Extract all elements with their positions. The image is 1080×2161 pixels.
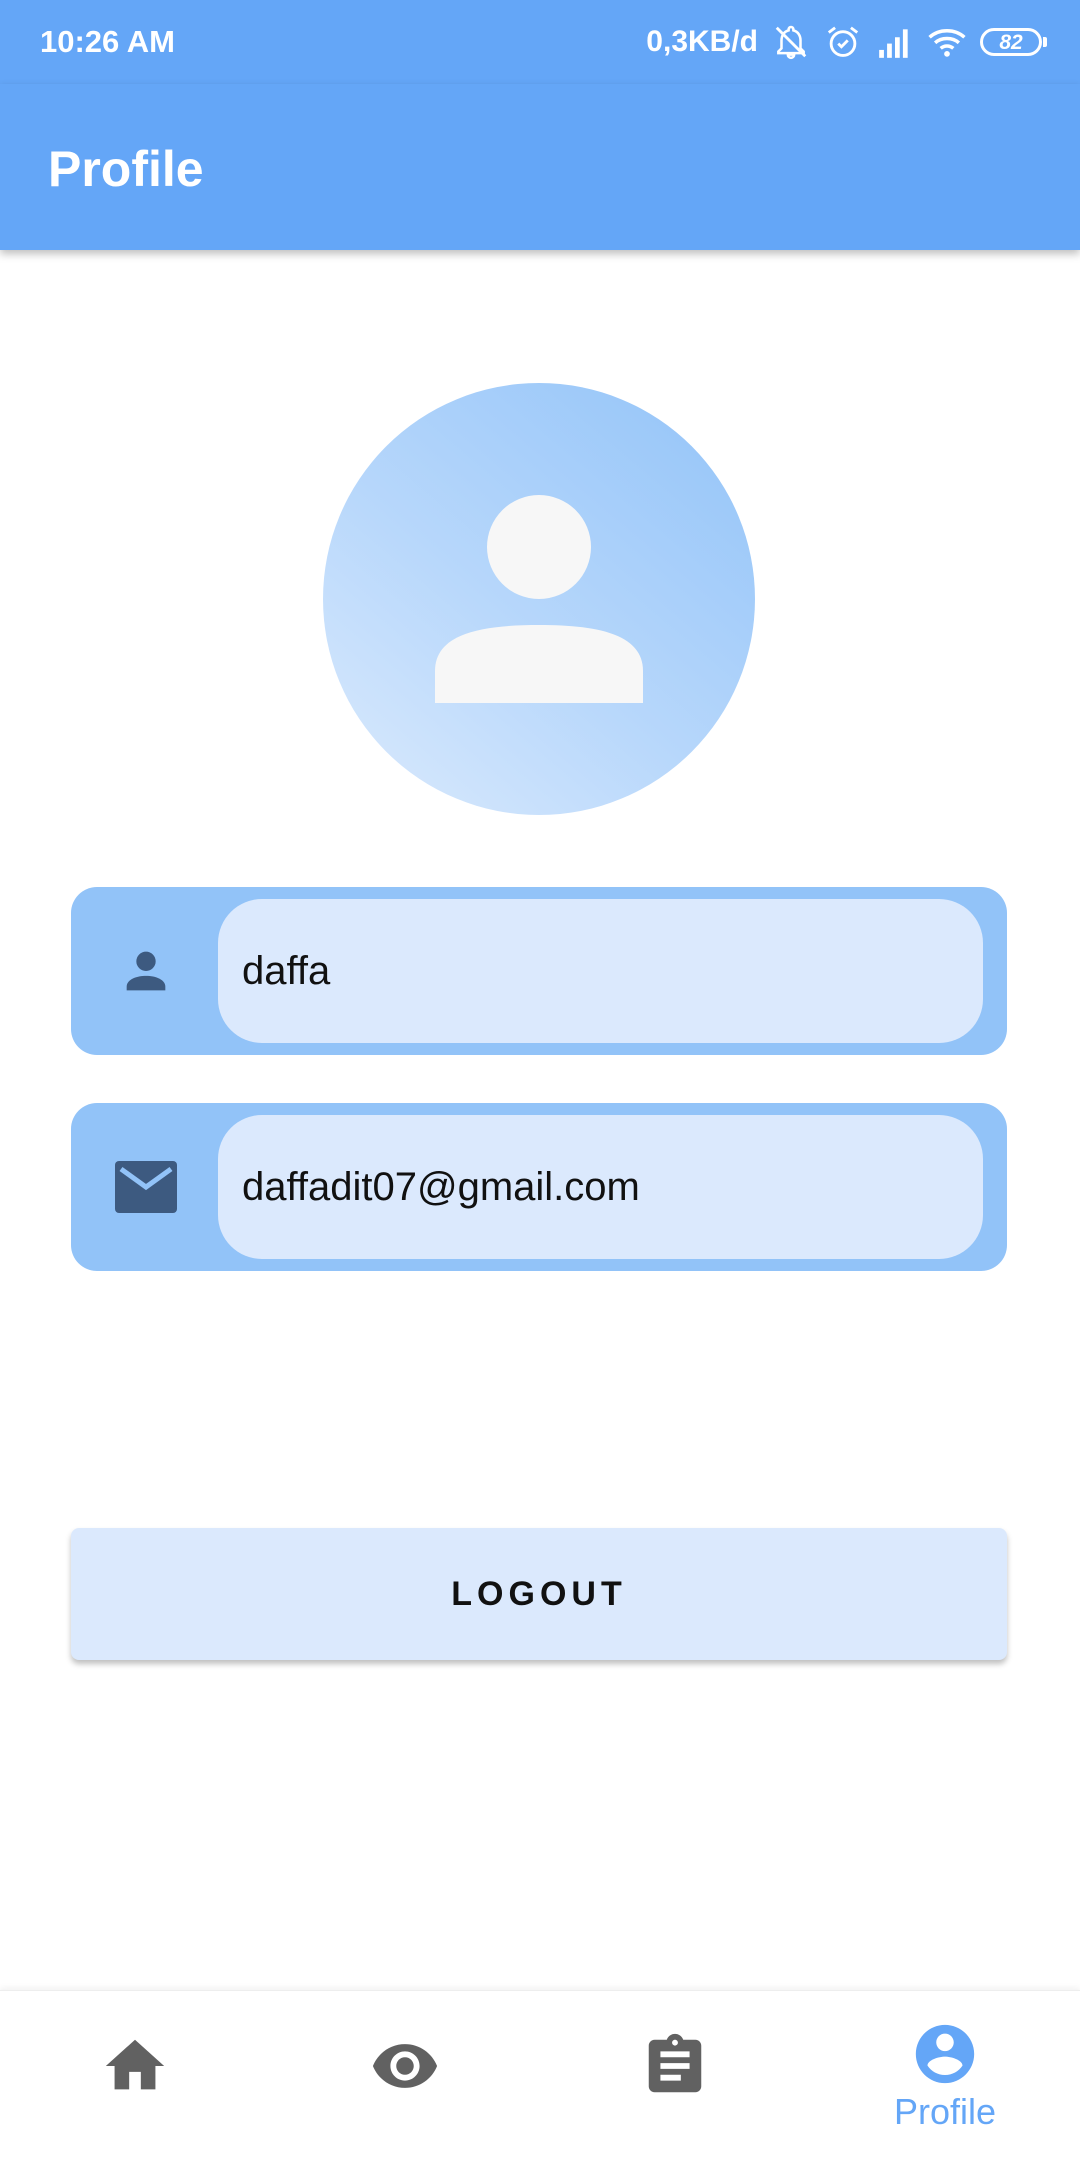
nav-item-view[interactable] (270, 1991, 540, 2161)
nav-label-profile: Profile (893, 2091, 997, 2132)
email-field: daffadit07@gmail.com (71, 1103, 1007, 1271)
bottom-nav: Profile (0, 1990, 1080, 2161)
page-title: Profile (48, 141, 204, 197)
logout-button[interactable]: LOGOUT (71, 1528, 1007, 1660)
network-speed: 0,3KB/d (646, 25, 758, 58)
bell-off-icon (775, 25, 807, 60)
clipboard-icon (648, 2033, 702, 2093)
battery-icon: 82 (980, 28, 1047, 56)
signal-icon (879, 29, 908, 58)
wifi-icon (928, 28, 966, 57)
status-time: 10:26 AM (40, 24, 175, 59)
name-input[interactable]: daffa (218, 899, 983, 1043)
name-field: daffa (71, 887, 1007, 1055)
person-icon (111, 936, 181, 1006)
nav-item-tasks[interactable] (540, 1991, 810, 2161)
mail-icon (111, 1152, 181, 1222)
nav-item-profile[interactable]: Profile (810, 1991, 1080, 2161)
eye-icon (372, 2044, 438, 2088)
status-bar: 10:26 AM 0,3KB/d 82 (0, 0, 1080, 84)
app-bar: Profile (0, 84, 1080, 250)
email-input[interactable]: daffadit07@gmail.com (218, 1115, 983, 1259)
nav-item-home[interactable] (0, 1991, 270, 2161)
person-icon (435, 495, 643, 703)
battery-level: 82 (999, 30, 1023, 54)
home-icon (105, 2039, 165, 2090)
avatar (323, 383, 755, 815)
status-icons: 0,3KB/d 82 (646, 18, 1047, 66)
account-circle-icon (915, 2024, 975, 2084)
alarm-icon (827, 26, 859, 57)
